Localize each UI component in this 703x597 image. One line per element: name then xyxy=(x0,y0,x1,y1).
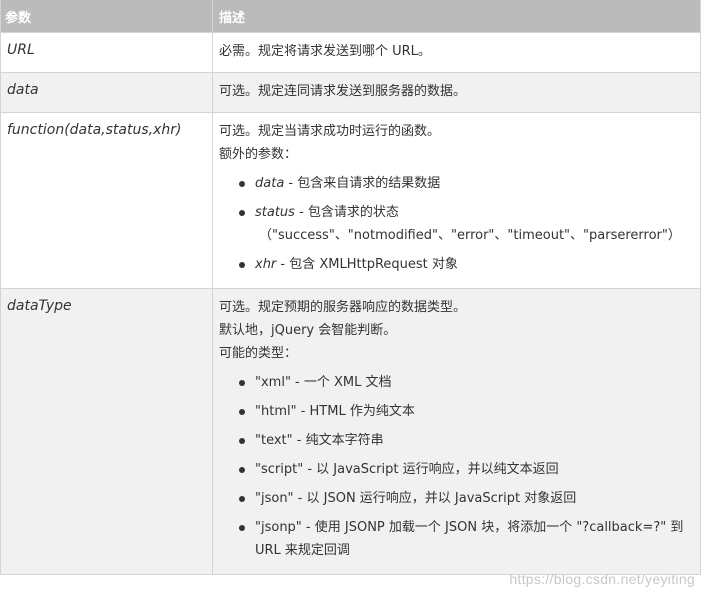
header-param: 参数 xyxy=(0,0,213,33)
bullet-icon xyxy=(239,210,245,216)
list-item-text: "script" - 以 JavaScript 运行响应，并以纯文本返回 xyxy=(255,462,559,477)
function-param-list: data - 包含来自请求的结果数据 status - 包含请求的状态 （"su… xyxy=(219,172,694,276)
param-data: data xyxy=(0,72,213,113)
bullet-icon xyxy=(239,496,245,502)
list-item-text: "jsonp" - 使用 JSONP 加载一个 JSON 块，将添加一个 "?c… xyxy=(255,520,684,558)
list-item: "text" - 纯文本字符串 xyxy=(239,429,694,452)
param-function: function(data,status,xhr) xyxy=(0,112,213,289)
parameter-table: 参数 描述 URL 必需。规定将请求发送到哪个 URL。 data 可选。规定连… xyxy=(0,0,701,575)
desc-data: 可选。规定连同请求发送到服务器的数据。 xyxy=(212,72,701,113)
list-item: "html" - HTML 作为纯文本 xyxy=(239,400,694,423)
list-item: "script" - 以 JavaScript 运行响应，并以纯文本返回 xyxy=(239,458,694,481)
list-item-name: status xyxy=(255,205,295,220)
list-item-text: - 包含请求的状态 xyxy=(294,205,399,220)
list-item: "xml" - 一个 XML 文档 xyxy=(239,371,694,394)
desc-function-line2: 额外的参数： xyxy=(219,147,298,162)
list-item: xhr - 包含 XMLHttpRequest 对象 xyxy=(239,253,694,276)
desc-url: 必需。规定将请求发送到哪个 URL。 xyxy=(212,32,701,73)
datatype-list: "xml" - 一个 XML 文档 "html" - HTML 作为纯文本 "t… xyxy=(219,371,694,562)
list-item: status - 包含请求的状态 （"success"、"notmodified… xyxy=(239,201,694,247)
desc-data-text: 可选。规定连同请求发送到服务器的数据。 xyxy=(219,84,467,99)
list-item: data - 包含来自请求的结果数据 xyxy=(239,172,694,195)
desc-datatype-line1: 可选。规定预期的服务器响应的数据类型。 xyxy=(219,300,467,315)
list-item-text: "xml" - 一个 XML 文档 xyxy=(255,375,392,390)
list-item-name: data xyxy=(255,176,285,191)
bullet-icon xyxy=(239,438,245,444)
watermark-text: https://blog.csdn.net/yeyiting xyxy=(509,571,695,587)
list-item-subtext: （"success"、"notmodified"、"error"、"timeou… xyxy=(259,228,681,243)
desc-datatype: 可选。规定预期的服务器响应的数据类型。 默认地，jQuery 会智能判断。 可能… xyxy=(212,288,701,575)
bullet-icon xyxy=(239,380,245,386)
list-item-text: "html" - HTML 作为纯文本 xyxy=(255,404,415,419)
list-item: "json" - 以 JSON 运行响应，并以 JavaScript 对象返回 xyxy=(239,487,694,510)
desc-datatype-line3: 可能的类型： xyxy=(219,346,298,361)
desc-function: 可选。规定当请求成功时运行的函数。 额外的参数： data - 包含来自请求的结… xyxy=(212,112,701,289)
list-item-text: - 包含来自请求的结果数据 xyxy=(284,176,441,191)
list-item-text: "json" - 以 JSON 运行响应，并以 JavaScript 对象返回 xyxy=(255,491,577,506)
desc-function-line1: 可选。规定当请求成功时运行的函数。 xyxy=(219,124,441,139)
desc-datatype-line2: 默认地，jQuery 会智能判断。 xyxy=(219,323,397,338)
bullet-icon xyxy=(239,467,245,473)
list-item: "jsonp" - 使用 JSONP 加载一个 JSON 块，将添加一个 "?c… xyxy=(239,516,694,562)
list-item-name: xhr xyxy=(255,257,277,272)
table-row-url: URL 必需。规定将请求发送到哪个 URL。 xyxy=(0,32,701,73)
header-description: 描述 xyxy=(212,0,701,33)
table-row-function: function(data,status,xhr) 可选。规定当请求成功时运行的… xyxy=(0,112,701,289)
list-item-text: - 包含 XMLHttpRequest 对象 xyxy=(276,257,458,272)
list-item-text: "text" - 纯文本字符串 xyxy=(255,433,384,448)
table-row-datatype: dataType 可选。规定预期的服务器响应的数据类型。 默认地，jQuery … xyxy=(0,288,701,575)
desc-url-text: 必需。规定将请求发送到哪个 URL。 xyxy=(219,44,431,59)
bullet-icon xyxy=(239,409,245,415)
param-url: URL xyxy=(0,32,213,73)
bullet-icon xyxy=(239,181,245,187)
table-header-row: 参数 描述 xyxy=(0,0,701,33)
bullet-icon xyxy=(239,525,245,531)
bullet-icon xyxy=(239,262,245,268)
param-datatype: dataType xyxy=(0,288,213,575)
table-row-data: data 可选。规定连同请求发送到服务器的数据。 xyxy=(0,72,701,113)
